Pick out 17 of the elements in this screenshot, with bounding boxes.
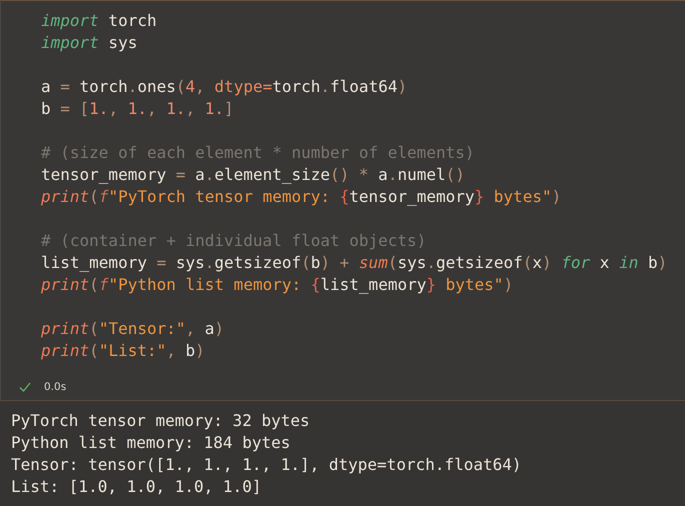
code-line: tensor_memory = a.element_size() * a.numel() [41,164,465,186]
output-line: PyTorch tensor memory: 32 bytes [11,410,310,432]
code-line: print(f"Python list memory: {list_memory} bytes") [41,274,514,296]
code-line: a = torch.ones(4, dtype=torch.float64) [41,76,408,98]
code-line: import torch [41,10,157,32]
code-line: # (container + individual float objects) [41,230,426,252]
code-line: print(f"PyTorch tensor memory: {tensor_memory} bytes") [41,186,562,208]
code-line: print("List:", b) [41,340,205,362]
code-line: list_memory = sys.getsizeof(b) + sum(sys.getsizeof(x) for x in b) [41,252,668,274]
code-line: print("Tensor:", a) [41,318,224,340]
output-line: List: [1.0, 1.0, 1.0, 1.0] [11,476,262,498]
output-line: Tensor: tensor([1., 1., 1., 1.], dtype=torch.float64) [11,454,522,476]
code-line: b = [1., 1., 1., 1.] [41,98,234,120]
code-line: # (size of each element * number of elements) [41,142,474,164]
execution-time: 0.0s [44,381,66,393]
output-line: Python list memory: 184 bytes [11,432,290,454]
code-line: import sys [41,32,138,54]
